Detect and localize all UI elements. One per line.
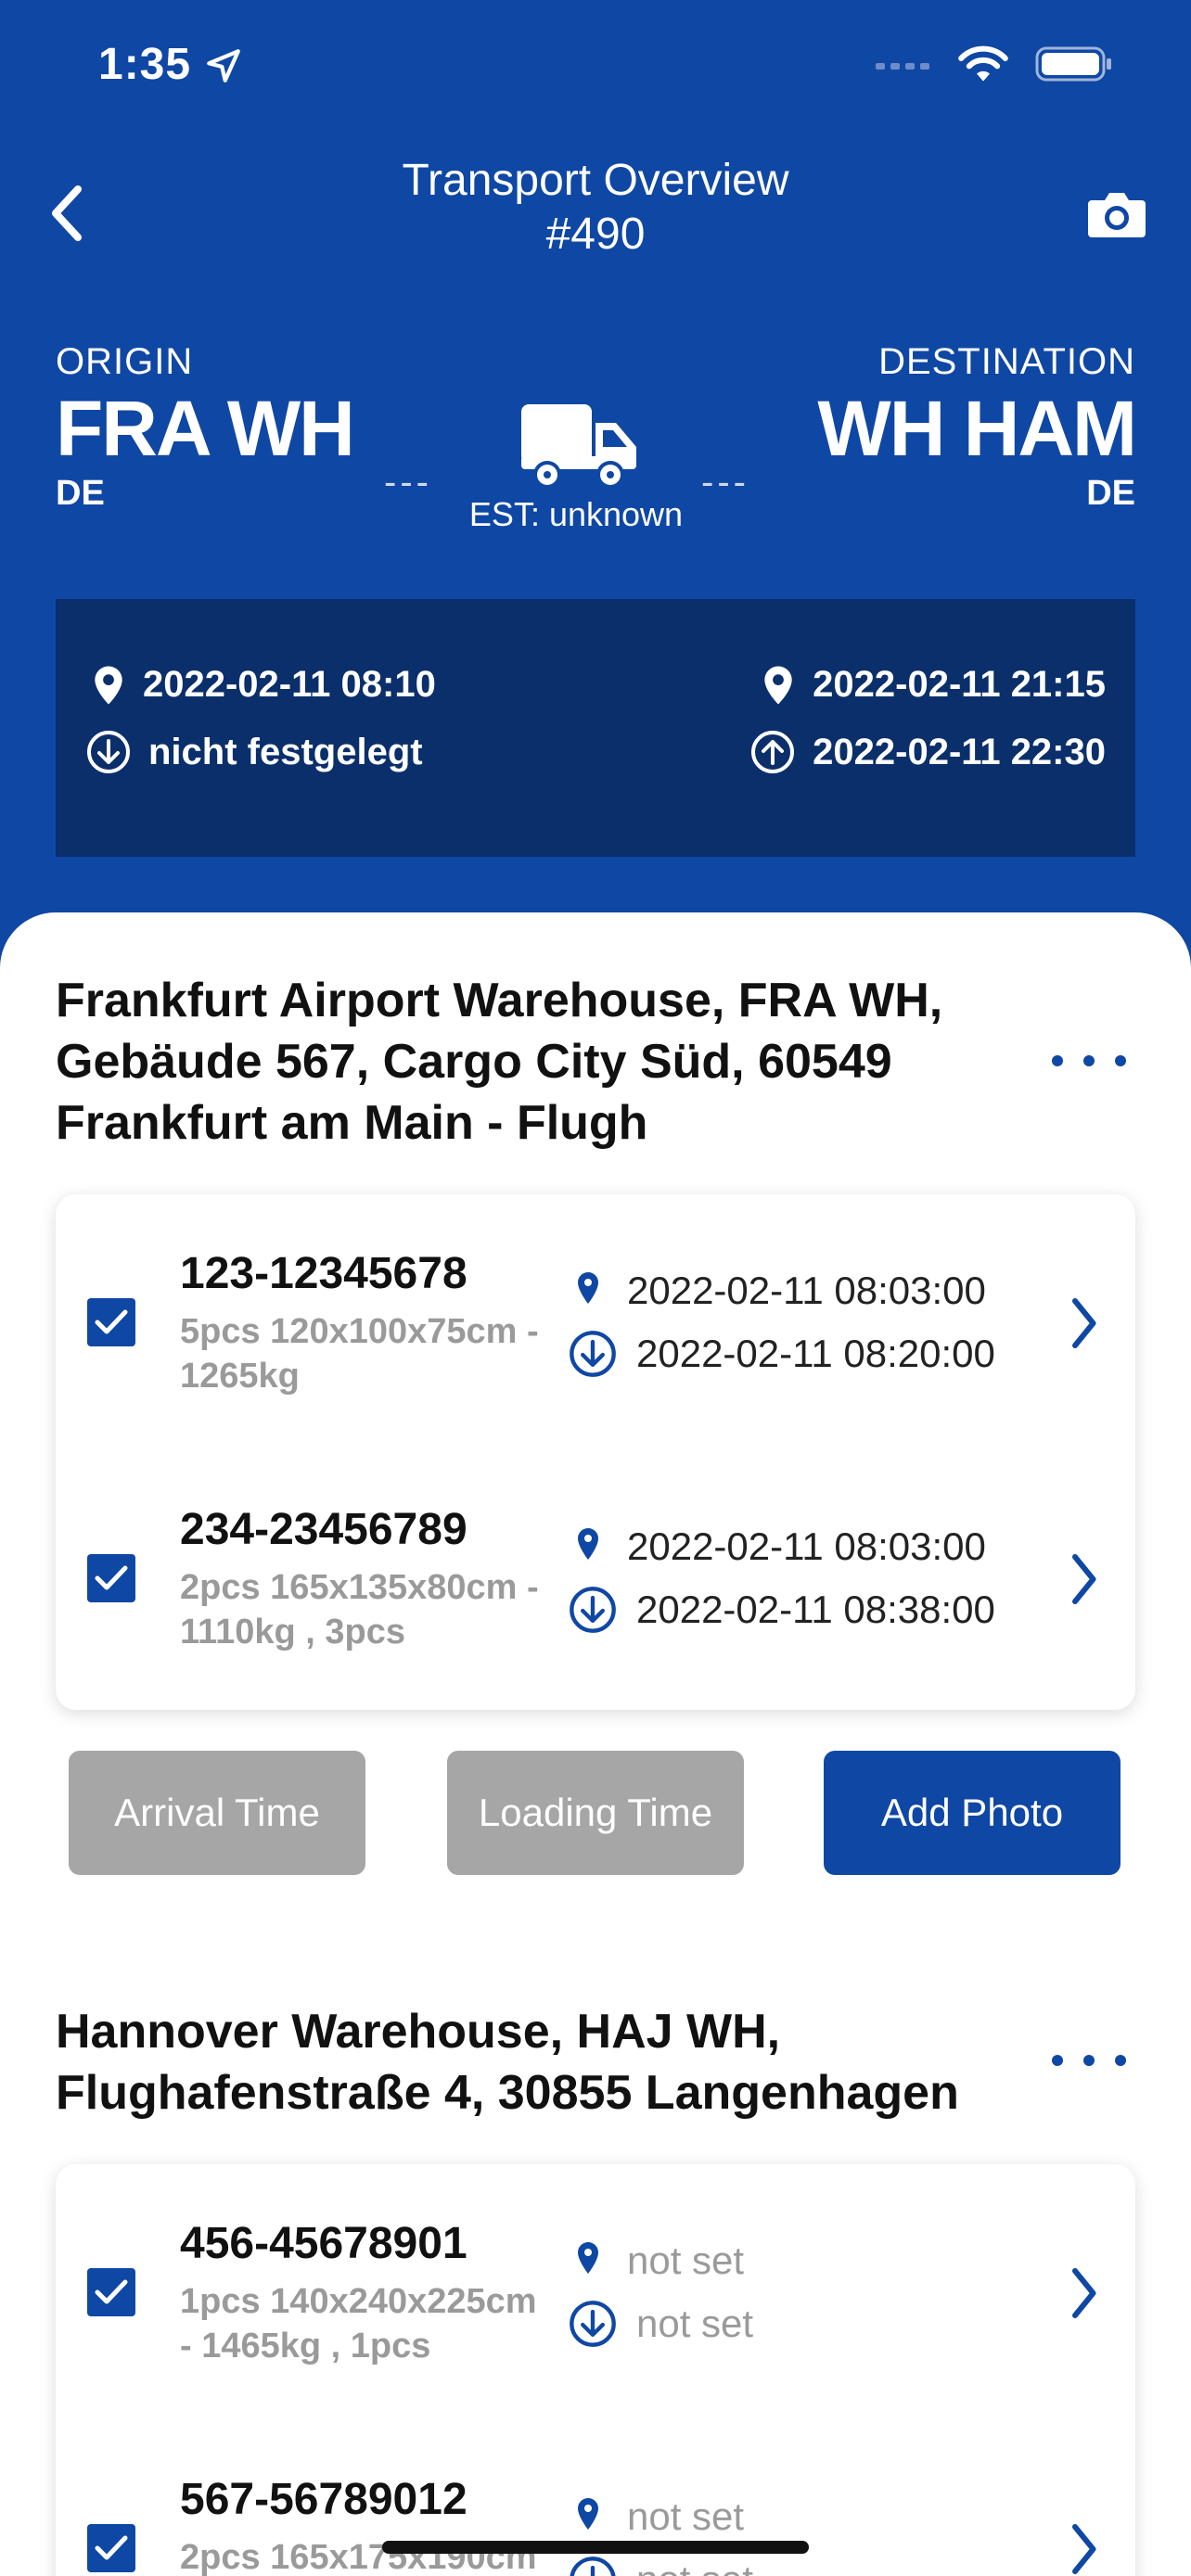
wifi-icon (957, 45, 1009, 88)
location-pin-icon (578, 2242, 598, 2274)
chevron-right-icon[interactable] (1063, 1547, 1104, 1612)
loading-time: not set (636, 2302, 754, 2345)
shipment-times: not set not set (568, 2229, 753, 2355)
shipment-times: not set not set (568, 2485, 753, 2576)
arrival-time-button[interactable]: Arrival Time (69, 1751, 365, 1875)
destination-label: DESTINATION (878, 341, 1135, 382)
arrival-row: not set (568, 2229, 753, 2292)
origin-loading-row: nicht festgelegt (85, 729, 423, 775)
arrow-down-circle-icon (570, 1587, 616, 1633)
origin-arrival-time: 2022-02-11 08:10 (143, 664, 436, 705)
battery-icon (1035, 45, 1113, 87)
loading-time: not set (636, 2557, 753, 2576)
arrow-down-circle-icon (570, 2301, 616, 2347)
arrival-time: not set (627, 2238, 745, 2282)
awb-number: 456-45678901 (180, 2219, 467, 2268)
location-arrow-icon (204, 46, 243, 90)
destination-unloading-row: 2022-02-11 22:30 (749, 729, 1106, 775)
page-title-line2: #490 (545, 210, 646, 259)
awb-number: 567-56789012 (180, 2475, 467, 2524)
loading-row: not set (568, 2292, 753, 2355)
shipment-item[interactable]: 123-12345678 5pcs 120x100x75cm - 1265kg … (56, 1194, 1135, 1417)
shipment-times: 2022-02-11 08:03:00 2022-02-11 08:38:00 (568, 1515, 995, 1641)
location-title: Frankfurt Airport Warehouse, FRA WH, Geb… (56, 974, 943, 1150)
more-dots-icon[interactable] (1052, 2042, 1126, 2079)
arrow-down-circle-icon (570, 1331, 616, 1377)
loading-time: 2022-02-11 08:38:00 (636, 1588, 995, 1631)
loading-time-button[interactable]: Loading Time (447, 1751, 744, 1875)
checkbox-checked-icon[interactable] (87, 1298, 135, 1346)
origin-block: ORIGIN FRA WH DE (56, 341, 355, 514)
status-bar: 1:35 (0, 0, 1191, 139)
chevron-right-icon[interactable] (1063, 2261, 1104, 2326)
awb-number: 123-12345678 (180, 1249, 467, 1298)
destination-code: WH HAM (817, 385, 1137, 472)
origin-code: FRA WH (56, 385, 355, 472)
arrival-row: 2022-02-11 08:03:00 (568, 1259, 995, 1322)
awb-number: 234-23456789 (180, 1505, 467, 1554)
arrival-time: 2022-02-11 08:03:00 (627, 1269, 986, 1312)
location-pin-icon (578, 2498, 598, 2530)
arrival-row: 2022-02-11 08:03:00 (568, 1515, 995, 1578)
shipment-description: 2pcs 165x135x80cm - 1110kg , 3pcs (180, 1568, 539, 1651)
loading-time: 2022-02-11 08:20:00 (636, 1332, 995, 1375)
destination-arrival-row: 2022-02-11 21:15 (761, 664, 1106, 706)
cellular-signal-icon (876, 57, 931, 75)
shipment-item[interactable]: 456-45678901 1pcs 140x240x225cm - 1465kg… (56, 2164, 1135, 2387)
add-photo-button[interactable]: Add Photo (824, 1751, 1121, 1875)
origin-label: ORIGIN (56, 341, 194, 382)
shipment-item[interactable]: 234-23456789 2pcs 165x135x80cm - 1110kg … (56, 1450, 1135, 1673)
location-pin-icon (95, 665, 122, 705)
origin-arrival-row: 2022-02-11 08:10 (91, 664, 436, 706)
shipment-description: 5pcs 120x100x75cm - 1265kg (180, 1312, 539, 1396)
truck-icon (519, 401, 659, 503)
nav-bar: Transport Overview #490 (0, 148, 1191, 269)
checkbox-checked-icon[interactable] (87, 2268, 135, 2316)
loading-row: 2022-02-11 08:20:00 (568, 1322, 995, 1385)
location-pin-icon (578, 1272, 598, 1304)
chevron-right-icon[interactable] (1063, 2517, 1104, 2576)
arrow-up-circle-icon (751, 731, 795, 773)
arrow-down-circle-icon (570, 2557, 616, 2576)
shipment-times: 2022-02-11 08:03:00 2022-02-11 08:20:00 (568, 1259, 995, 1385)
chevron-right-icon[interactable] (1063, 1291, 1104, 1356)
location-pin-icon (764, 665, 792, 705)
home-indicator[interactable] (382, 2541, 809, 2554)
location-pin-icon (578, 1528, 598, 1560)
location-title: Hannover Warehouse, HAJ WH, Flughafenstr… (56, 2005, 959, 2120)
shipment-card: 123-12345678 5pcs 120x100x75cm - 1265kg … (56, 1194, 1135, 1710)
arrow-down-circle-icon (87, 731, 130, 773)
camera-button[interactable] (1080, 176, 1154, 250)
route-summary: ORIGIN FRA WH DE --- --- EST: unknown DE… (56, 341, 1137, 545)
destination-block: DESTINATION WH HAM DE (817, 341, 1137, 514)
shipment-card: 456-45678901 1pcs 140x240x225cm - 1465kg… (56, 2164, 1135, 2576)
checkbox-checked-icon[interactable] (87, 2524, 135, 2572)
more-dots-icon[interactable] (1052, 1042, 1126, 1079)
status-time: 1:35 (98, 40, 192, 89)
arrival-row: not set (568, 2485, 753, 2548)
arrival-time: not set (627, 2494, 745, 2538)
origin-loading-time: nicht festgelegt (148, 731, 423, 772)
page-title: Transport Overview #490 (0, 154, 1191, 261)
checkbox-checked-icon[interactable] (87, 1554, 135, 1602)
destination-arrival-time: 2022-02-11 21:15 (813, 664, 1106, 705)
arrival-time: 2022-02-11 08:03:00 (627, 1524, 986, 1568)
destination-country: DE (1086, 474, 1135, 513)
transport-times-panel: 2022-02-11 08:10 nicht festgelegt 2022-0… (56, 599, 1135, 857)
destination-unloading-time: 2022-02-11 22:30 (813, 731, 1106, 772)
loading-row: 2022-02-11 08:38:00 (568, 1578, 995, 1641)
page-title-line1: Transport Overview (402, 156, 789, 205)
camera-icon (1088, 193, 1146, 237)
shipment-description: 1pcs 140x240x225cm - 1465kg , 1pcs (180, 2282, 537, 2366)
